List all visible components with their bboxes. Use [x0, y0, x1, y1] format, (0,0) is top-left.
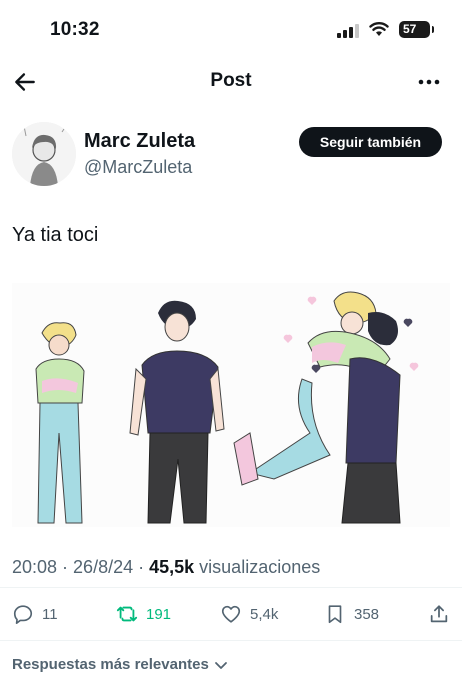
heart-icon — [221, 605, 241, 623]
tweet-text: Ya tia toci — [12, 224, 99, 246]
avatar[interactable] — [12, 122, 76, 186]
tweet-media[interactable] — [12, 283, 450, 527]
divider-top — [0, 587, 462, 588]
views-label[interactable]: visualizaciones — [199, 557, 320, 577]
status-time: 10:32 — [50, 19, 100, 40]
bookmark-button[interactable]: 358 — [324, 597, 379, 631]
retweet-button[interactable]: 191 — [116, 597, 171, 631]
more-icon[interactable] — [414, 69, 444, 95]
tweet-meta: 20:08 · 26/8/24 · 45,5k visualizaciones — [12, 557, 320, 578]
follow-button[interactable]: Seguir también — [299, 127, 442, 157]
wifi-icon — [369, 22, 389, 36]
post-header: Post — [0, 58, 462, 110]
views-count[interactable]: 45,5k — [149, 557, 194, 577]
like-button[interactable]: 5,4k — [220, 597, 278, 631]
action-bar: 11 191 5,4k 358 — [0, 597, 462, 631]
author-name[interactable]: Marc Zuleta — [84, 130, 195, 153]
tweet-date: 26/8/24 — [73, 557, 134, 577]
reply-button[interactable]: 11 — [12, 597, 58, 631]
retweet-count: 191 — [146, 605, 172, 623]
tweet-time: 20:08 — [12, 557, 58, 577]
bookmark-count: 358 — [354, 605, 380, 623]
author-handle[interactable]: @MarcZuleta — [84, 157, 192, 178]
reply-count: 11 — [42, 605, 58, 623]
like-count: 5,4k — [250, 605, 279, 623]
retweet-icon — [116, 606, 138, 622]
replies-sort-dropdown[interactable]: Respuestas más relevantes — [12, 656, 229, 673]
meta-separator-2: · — [133, 557, 150, 577]
share-icon — [430, 605, 448, 623]
replies-sort-label: Respuestas más relevantes — [12, 656, 209, 673]
chevron-down-icon — [214, 661, 227, 669]
page-title: Post — [210, 70, 252, 91]
battery-level: 57 — [403, 22, 417, 36]
avatar-image — [12, 122, 76, 186]
divider-bottom — [0, 640, 462, 641]
share-button[interactable] — [428, 597, 450, 631]
bookmark-icon — [328, 605, 342, 624]
signal-icon — [337, 24, 359, 38]
meta-separator: · — [57, 557, 74, 577]
tweet-illustration — [12, 283, 450, 527]
reply-icon — [13, 605, 33, 624]
battery-icon: 57 — [399, 21, 434, 38]
status-bar: 10:32 57 — [0, 0, 462, 58]
